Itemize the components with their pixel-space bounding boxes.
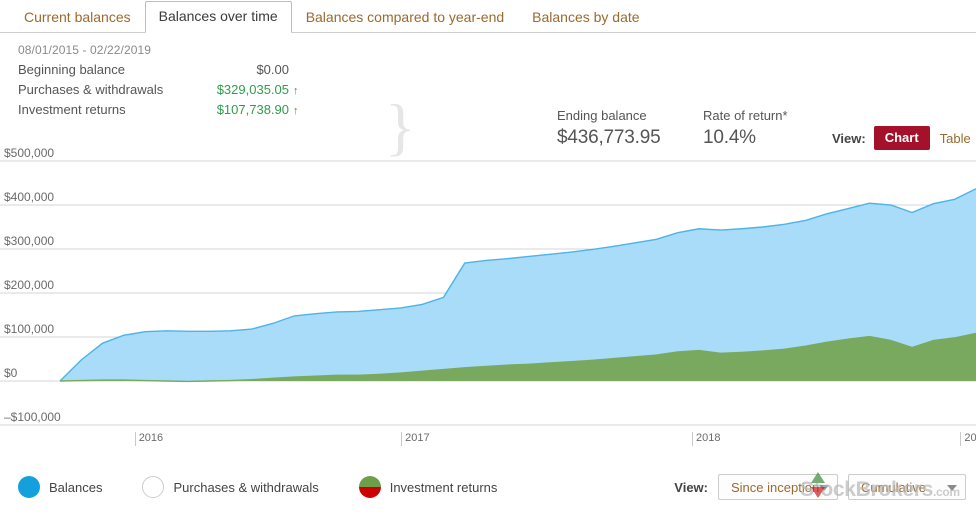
y-axis-tick-label: $500,000	[4, 146, 55, 160]
beginning-balance-value: $0.00	[256, 62, 289, 77]
tab-bar: Current balances Balances over time Bala…	[0, 0, 976, 33]
arrow-up-icon: ↑	[293, 105, 299, 117]
legend-label-purchases-withdrawals: Purchases & withdrawals	[173, 479, 319, 495]
arrow-up-icon: ↑	[293, 85, 299, 97]
y-axis-tick-label: –$100,000	[4, 410, 61, 424]
legend-swatch-purchases-withdrawals-icon	[142, 476, 165, 498]
legend-swatch-investment-returns-icon	[358, 476, 381, 498]
investment-returns-value: $107,738.90	[216, 102, 289, 117]
chart-filter-controls: View: Since inception Cumulative	[674, 474, 966, 500]
tab-balances-by-date[interactable]: Balances by date	[518, 2, 653, 33]
legend-swatch-balances-icon	[18, 476, 40, 498]
tab-balances-over-time[interactable]: Balances over time	[144, 1, 292, 33]
x-axis-tick-label: 2018	[691, 432, 720, 446]
chevron-down-icon	[947, 485, 957, 491]
summary-row-purchases-withdrawals: Purchases & withdrawals $329,035.05 ↑	[18, 82, 299, 102]
chart-filter-view-label: View:	[674, 479, 708, 495]
legend-item-investment-returns[interactable]: Investment returns	[358, 476, 498, 498]
y-axis-tick-label: $0	[4, 366, 18, 380]
purchases-withdrawals-label: Purchases & withdrawals	[18, 82, 164, 97]
investment-returns-label: Investment returns	[18, 102, 126, 117]
period-select[interactable]: Since inception	[718, 474, 838, 500]
chevron-down-icon	[819, 485, 829, 491]
tab-balances-compared-to-year-end[interactable]: Balances compared to year-end	[292, 2, 518, 33]
x-axis-tick-label: 2017	[401, 432, 430, 446]
chart-legend: Balances Purchases & withdrawals Investm…	[18, 476, 537, 498]
legend-label-balances: Balances	[49, 479, 103, 495]
summary-breakdown: 08/01/2015 - 02/22/2019 Beginning balanc…	[18, 43, 299, 122]
summary-panel: 08/01/2015 - 02/22/2019 Beginning balanc…	[0, 33, 976, 159]
date-range: 08/01/2015 - 02/22/2019	[18, 43, 152, 57]
ending-balance-kpi-label: Ending balance	[557, 108, 647, 123]
beginning-balance-label: Beginning balance	[18, 62, 125, 77]
y-axis-tick-label: $100,000	[4, 322, 55, 336]
balances-over-time-chart: $500,000 $400,000 $300,000 $200,000 $100,000…	[0, 140, 976, 450]
y-axis-tick-label: $200,000	[4, 278, 55, 292]
summary-row-investment-returns: Investment returns $107,738.90 ↑	[18, 102, 299, 122]
chart-plot-area	[0, 160, 976, 426]
tab-current-balances[interactable]: Current balances	[10, 2, 145, 33]
legend-label-investment-returns: Investment returns	[389, 479, 498, 495]
period-select-value: Since inception	[731, 479, 820, 495]
x-axis-tick-label: 2016	[134, 432, 163, 446]
legend-item-purchases-withdrawals[interactable]: Purchases & withdrawals	[142, 476, 319, 498]
y-axis-tick-label: $300,000	[4, 234, 55, 248]
rate-of-return-kpi-label: Rate of return*	[703, 108, 788, 123]
summary-row-beginning-balance: Beginning balance $0.00	[18, 62, 299, 82]
mode-select-value: Cumulative	[861, 479, 927, 495]
legend-item-balances[interactable]: Balances	[18, 476, 102, 498]
purchases-withdrawals-value: $329,035.05	[216, 82, 289, 97]
x-axis-tick-label: 2019	[960, 432, 976, 446]
mode-select[interactable]: Cumulative	[848, 474, 966, 500]
y-axis-tick-label: $400,000	[4, 190, 55, 204]
